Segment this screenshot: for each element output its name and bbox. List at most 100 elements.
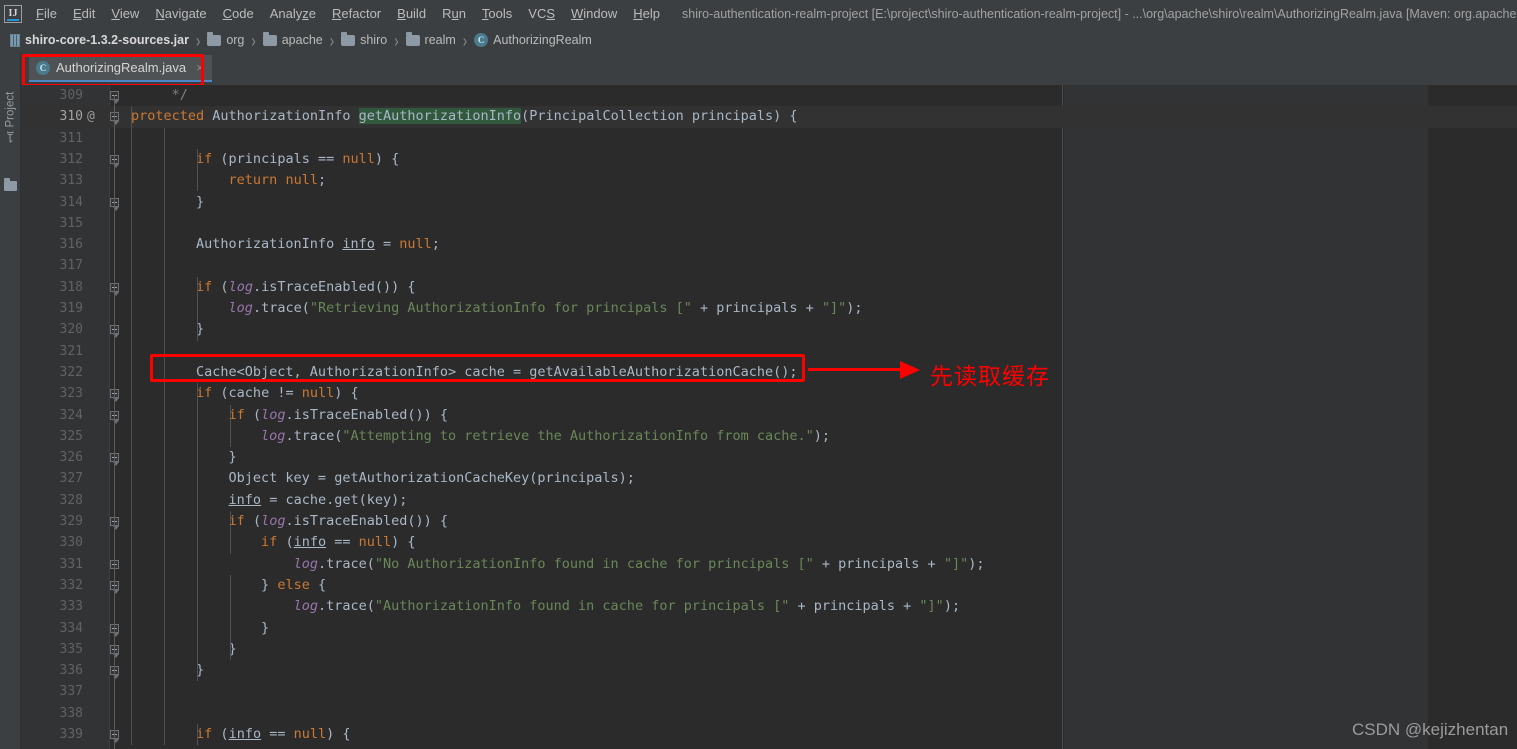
editor-tab-label: AuthorizingRealm.java (56, 60, 187, 75)
code-line-text: log.trace("No AuthorizationInfo found in… (293, 555, 985, 572)
code-line-text: return null; (228, 172, 327, 189)
code-line-row[interactable]: 336 } (21, 660, 1517, 681)
code-line-row[interactable]: 334 } (21, 618, 1517, 639)
line-number: 336 (59, 663, 83, 679)
menu-bar: IJ File Edit View Navigate Code Analyze Refact… (0, 0, 1517, 27)
indent-guide (197, 148, 198, 192)
code-line-text: Object key = getAuthorizationCacheKey(pr… (131, 470, 635, 487)
code-line-row[interactable]: 311 (21, 128, 1517, 149)
code-line-text: AuthorizationInfo info = null; (131, 236, 440, 253)
menu-item-navigate[interactable]: Navigate (147, 3, 214, 25)
code-line-row[interactable]: 325 log.trace("Attempting to retrieve th… (21, 426, 1517, 447)
code-line-row[interactable]: 327 Object key = getAuthorizationCacheKe… (21, 468, 1517, 489)
code-line-row[interactable]: 329 if (log.isTraceEnabled()) { (21, 511, 1517, 532)
code-line-row[interactable]: 328 info = cache.get(key); (21, 490, 1517, 511)
code-line-row[interactable]: 331 log.trace("No AuthorizationInfo foun… (21, 554, 1517, 575)
breadcrumb-item-authorizingrealm[interactable]: C AuthorizingRealm (472, 32, 594, 48)
code-line-row[interactable]: 315 (21, 213, 1517, 234)
sidebar-item-project[interactable]: 1: Project (0, 61, 21, 171)
breadcrumb-separator: › (195, 29, 201, 51)
project-tab-label: 1: Project (4, 91, 17, 144)
breadcrumb-item-apache[interactable]: apache (261, 31, 325, 48)
code-line-row[interactable]: 314 } (21, 192, 1517, 213)
code-line-row[interactable]: 324 if (log.isTraceEnabled()) { (21, 405, 1517, 426)
code-line-row[interactable]: 320 } (21, 319, 1517, 340)
code-line-row[interactable]: 312 if (principals == null) { (21, 149, 1517, 170)
menu-item-refactor[interactable]: Refactor (324, 3, 389, 25)
code-line-row[interactable]: 322 Cache<Object, AuthorizationInfo> cac… (21, 362, 1517, 383)
code-editor[interactable]: 309 */ 310 @ protected AuthorizationInfo ge… (21, 85, 1517, 749)
annotation-label: 先读取缓存 (930, 364, 1050, 390)
menu-item-analyze[interactable]: Analyze (262, 3, 324, 25)
code-line-row[interactable]: 316 AuthorizationInfo info = null; (21, 234, 1517, 255)
menu-item-help[interactable]: Help (625, 3, 668, 25)
breadcrumb-label: shiro (360, 33, 388, 47)
code-line-text: } (131, 449, 237, 466)
code-line-text: log.trace("Attempting to retrieve the Au… (261, 427, 831, 444)
code-line-row[interactable]: 339 if (info == null) { (21, 724, 1517, 745)
menu-item-file[interactable]: File (28, 3, 65, 25)
menu-item-tools[interactable]: Tools (474, 3, 520, 25)
menu-item-vcs[interactable]: VCS (520, 3, 563, 25)
line-number: 333 (59, 599, 83, 615)
code-line-text: if (info == null) { (261, 534, 416, 551)
breadcrumb: shiro-core-1.3.2-sources.jar › org › apache ›… (0, 27, 1517, 53)
breadcrumb-item-shiro-core-1-3-2-sources-jar[interactable]: shiro-core-1.3.2-sources.jar (8, 32, 191, 48)
indent-guide (197, 724, 198, 746)
code-line-row[interactable]: 317 (21, 255, 1517, 276)
breadcrumb-separator: › (462, 29, 468, 51)
code-line-row[interactable]: 313 return null; (21, 170, 1517, 191)
code-line-row[interactable]: 332 } else { (21, 575, 1517, 596)
code-line-row[interactable]: 330 if (info == null) { (21, 532, 1517, 553)
line-number: 339 (59, 727, 83, 742)
breadcrumb-item-org[interactable]: org (205, 31, 246, 48)
breadcrumb-label: AuthorizingRealm (493, 33, 592, 47)
breadcrumb-item-shiro[interactable]: shiro (339, 31, 389, 48)
line-number: 324 (59, 407, 83, 423)
menu-item-view[interactable]: View (103, 3, 147, 25)
code-line-text: */ (131, 87, 188, 103)
breadcrumb-item-realm[interactable]: realm (404, 31, 458, 48)
menu-item-edit[interactable]: Edit (65, 3, 103, 25)
line-number: 317 (59, 258, 83, 274)
code-line-row[interactable]: 310 @ protected AuthorizationInfo getAutho… (21, 106, 1517, 128)
code-line-row[interactable]: 323 if (cache != null) { (21, 383, 1517, 404)
tab-authorizing-realm-java[interactable]: C AuthorizingRealm.java × (29, 55, 212, 82)
breadcrumb-separator: › (251, 29, 256, 51)
code-line-text: info = cache.get(key); (228, 491, 408, 508)
code-line-text: log.trace("AuthorizationInfo found in ca… (293, 598, 961, 615)
code-line-text: } (131, 640, 237, 657)
line-number: 337 (59, 684, 83, 700)
code-line-row[interactable]: 321 (21, 341, 1517, 362)
close-icon[interactable]: × (196, 61, 204, 74)
menu-item-run[interactable]: Run (434, 3, 474, 25)
code-line-row[interactable]: 338 (21, 703, 1517, 724)
code-line-text: if (log.isTraceEnabled()) { (196, 278, 416, 295)
code-line-row[interactable]: 337 (21, 681, 1517, 702)
code-line-row[interactable]: 333 log.trace("AuthorizationInfo found i… (21, 596, 1517, 617)
code-line-row[interactable]: 340 // Call template method if the info … (21, 745, 1517, 749)
code-line-row[interactable]: 309 */ (21, 85, 1517, 106)
indent-guide (197, 276, 198, 341)
folder-icon (262, 31, 277, 46)
breadcrumb-items: shiro-core-1.3.2-sources.jar › org › apache ›… (8, 29, 594, 51)
line-number: 312 (59, 151, 83, 167)
line-number: 329 (59, 514, 83, 529)
override-annotation-gutter-icon[interactable]: @ (87, 106, 95, 127)
code-line-row[interactable]: 318 if (log.isTraceEnabled()) { (21, 277, 1517, 298)
annotation-arrow-head (900, 361, 920, 379)
line-number: 332 (59, 577, 83, 593)
line-number: 311 (59, 130, 83, 146)
line-number: 318 (59, 279, 83, 295)
menu-item-build[interactable]: Build (389, 3, 434, 25)
folder-icon[interactable] (4, 178, 17, 191)
line-number: 326 (59, 450, 83, 466)
folder-icon (405, 31, 420, 46)
menu-item-window[interactable]: Window (563, 3, 625, 25)
annotation-arrow-line (808, 368, 905, 371)
code-line-text: protected AuthorizationInfo getAuthoriza… (131, 108, 798, 125)
code-line-row[interactable]: 326 } (21, 447, 1517, 468)
code-line-row[interactable]: 319 log.trace("Retrieving AuthorizationI… (21, 298, 1517, 319)
code-line-row[interactable]: 335 } (21, 639, 1517, 660)
menu-item-code[interactable]: Code (215, 3, 262, 25)
